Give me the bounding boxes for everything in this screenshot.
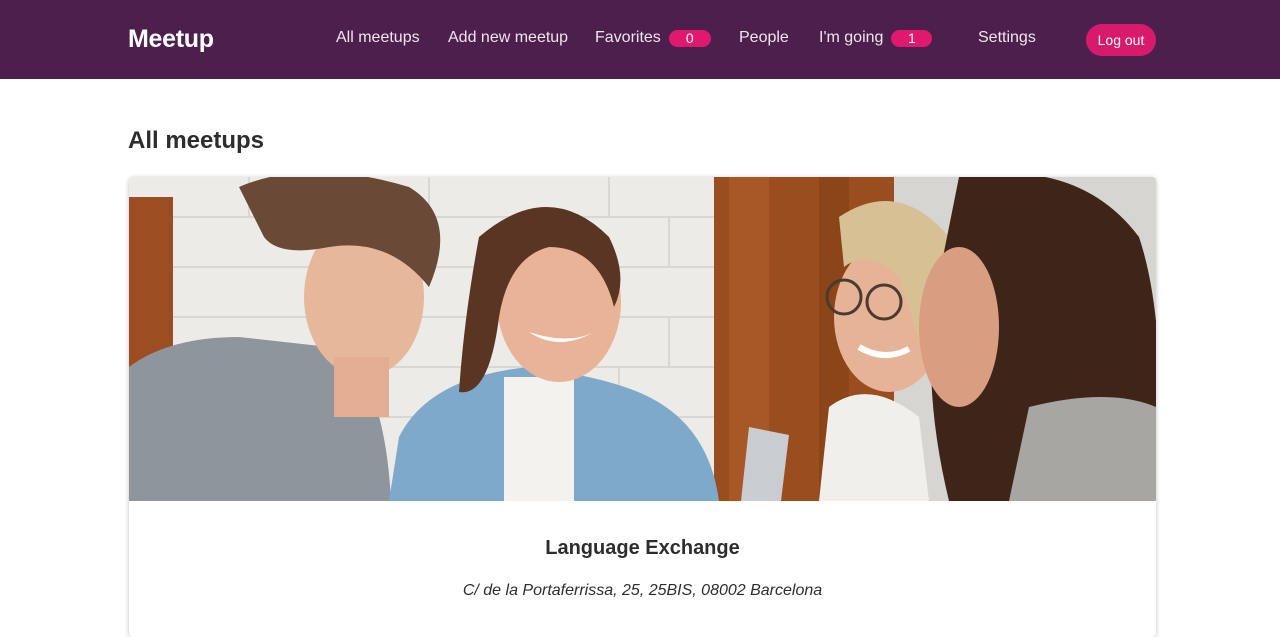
meetup-card[interactable]: Language Exchange C/ de la Portaferrissa… — [129, 177, 1156, 637]
top-navbar: Meetup All meetups Add new meetup Favori… — [0, 0, 1280, 79]
nav-im-going[interactable]: I'm going 1 — [819, 29, 933, 47]
favorites-count-badge: 0 — [668, 29, 711, 47]
logout-button[interactable]: Log out — [1086, 24, 1156, 56]
main-nav: All meetups Add new meetup Favorites 0 P… — [0, 0, 1280, 79]
nav-favorites-label: Favorites — [595, 29, 661, 46]
nav-all-meetups[interactable]: All meetups — [336, 29, 420, 47]
nav-people[interactable]: People — [739, 29, 789, 47]
meetup-address: C/ de la Portaferrissa, 25, 25BIS, 08002… — [462, 582, 823, 599]
meetup-photo-illustration — [129, 177, 1156, 501]
nav-im-going-label: I'm going — [819, 29, 884, 46]
nav-favorites[interactable]: Favorites 0 — [595, 29, 711, 47]
meetup-image[interactable] — [129, 177, 1156, 501]
meetup-title[interactable]: Language Exchange — [129, 537, 1156, 560]
page-title: All meetups — [128, 127, 265, 154]
nav-settings[interactable]: Settings — [978, 29, 1036, 47]
im-going-count-badge: 1 — [891, 29, 933, 47]
nav-add-new-meetup[interactable]: Add new meetup — [448, 29, 568, 47]
